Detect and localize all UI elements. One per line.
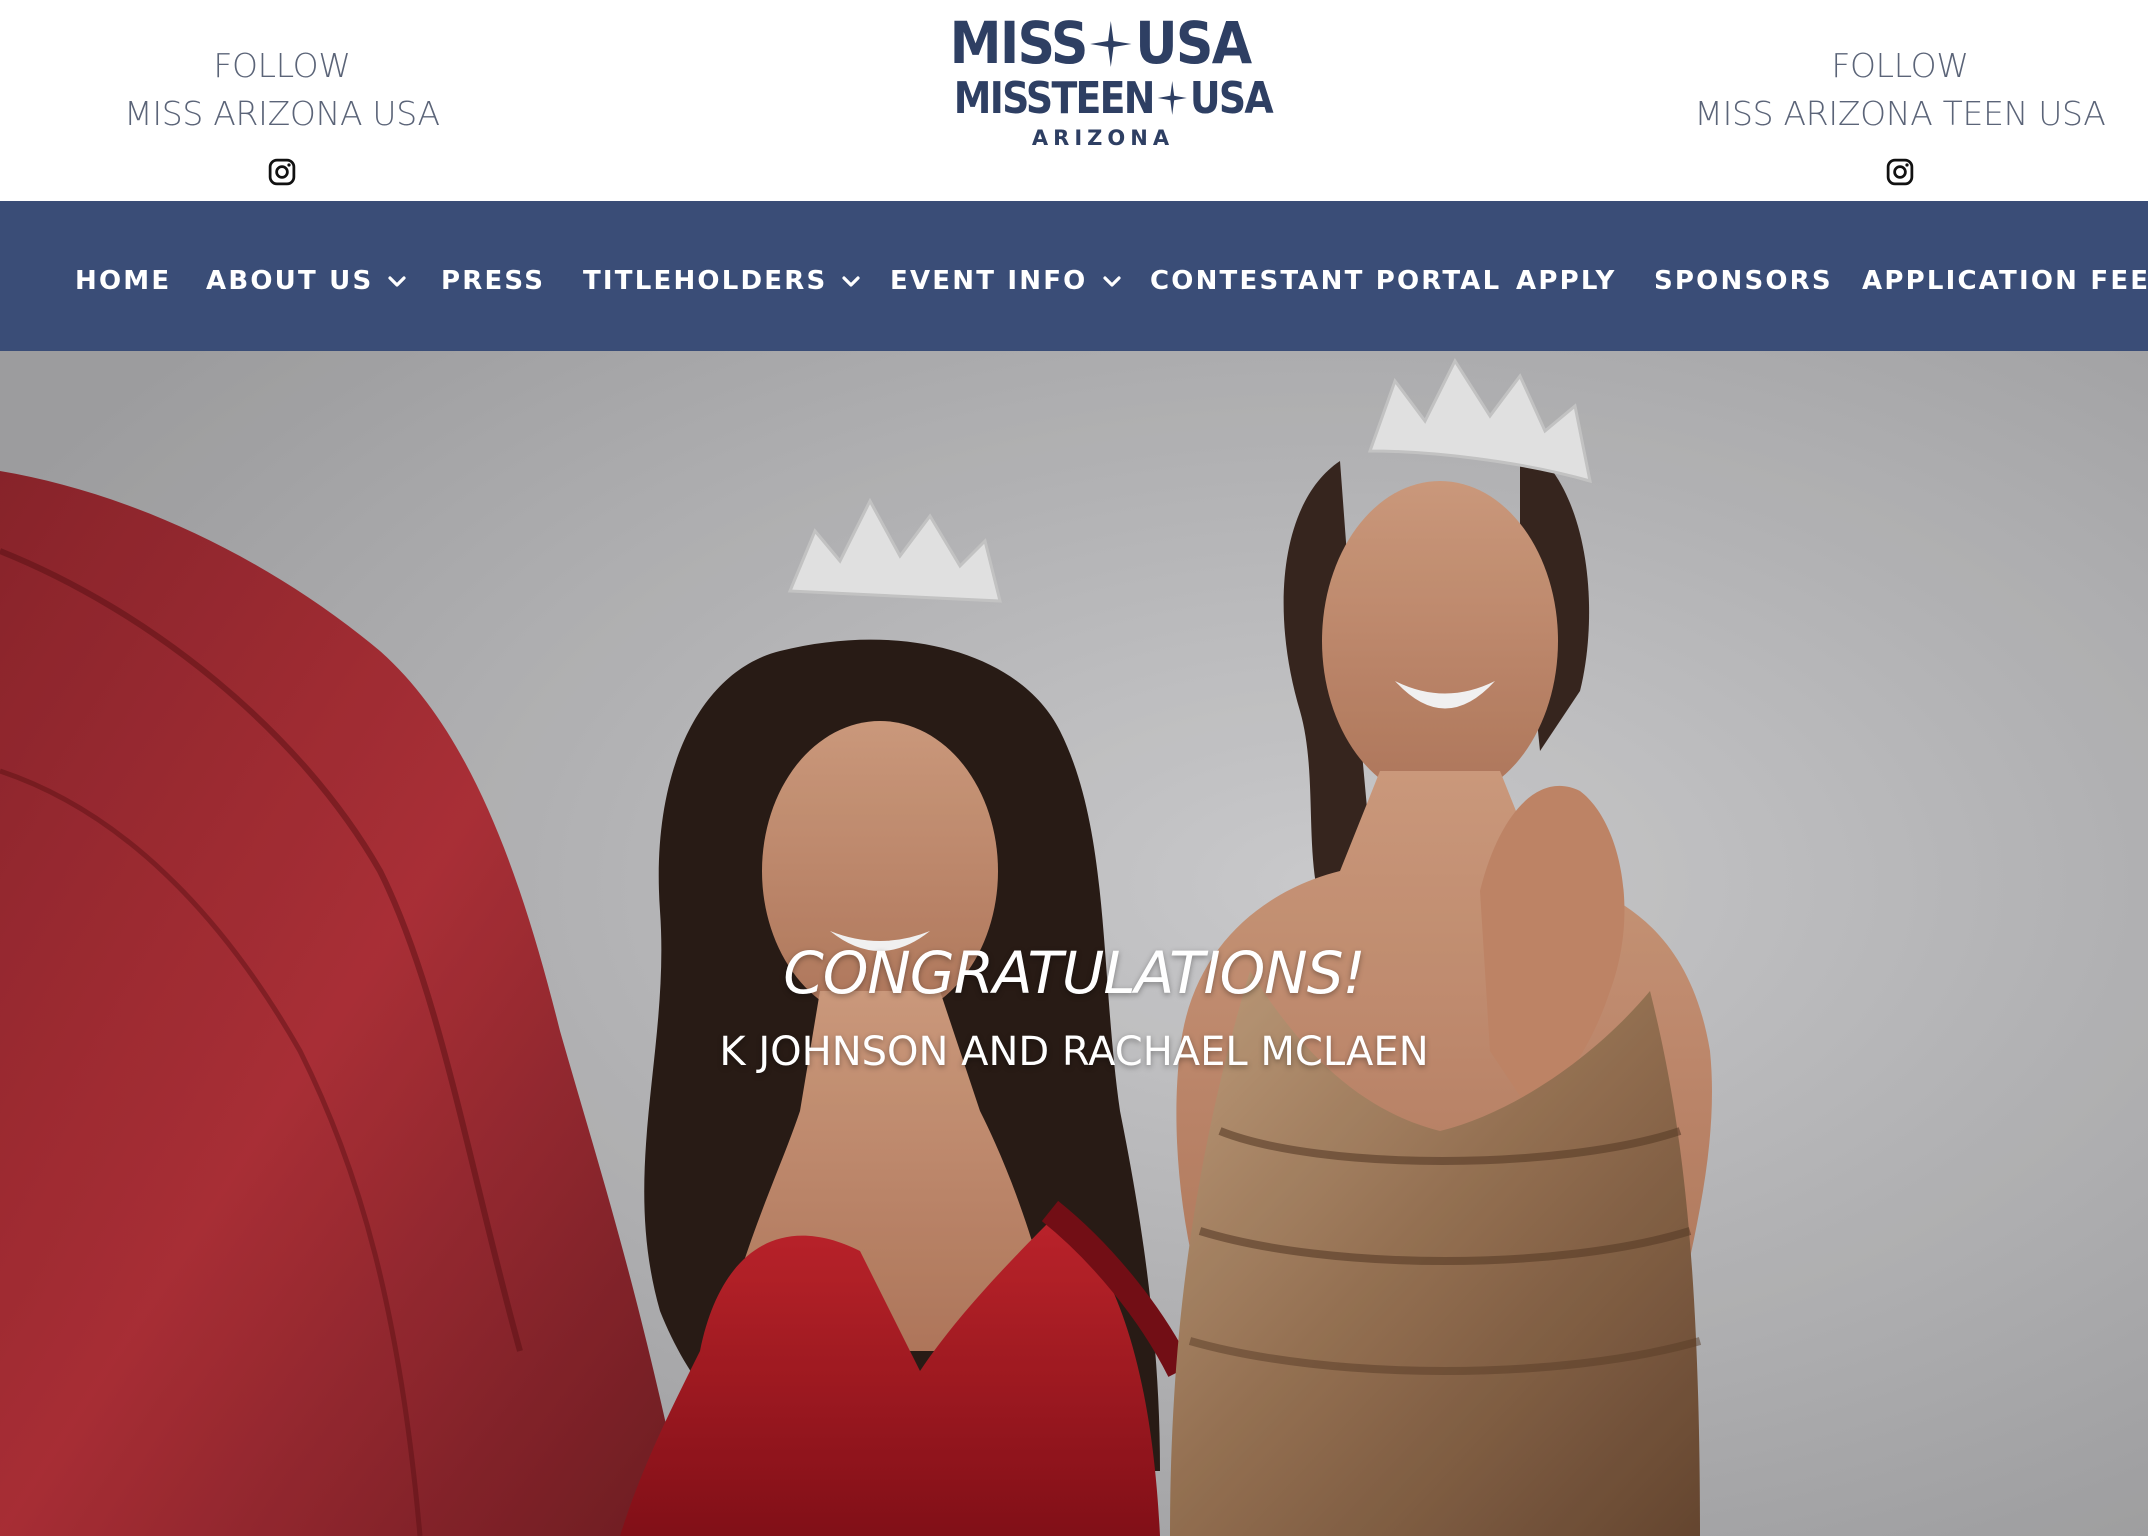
nav-label: HOME: [75, 266, 172, 296]
nav-sponsors[interactable]: SPONSORS: [1654, 201, 1833, 351]
chevron-down-icon: [842, 275, 861, 287]
follow-account-name: MISS ARIZONA USA: [124, 94, 440, 133]
instagram-icon[interactable]: [267, 152, 297, 186]
nav-label: PRESS: [441, 266, 546, 296]
follow-label: FOLLOW: [1831, 46, 1969, 85]
nav-label: ABOUT US: [206, 266, 374, 296]
nav-contestant-portal[interactable]: CONTESTANT PORTAL: [1150, 201, 1501, 351]
nav-application-fee[interactable]: APPLICATION FEE: [1862, 201, 2148, 351]
follow-miss-arizona-teen-usa: FOLLOW MISS ARIZONA TEEN USA: [1660, 42, 2140, 200]
nav-press[interactable]: PRESS: [441, 201, 545, 351]
logo-state-name: ARIZONA: [1031, 125, 1175, 150]
nav-about-us[interactable]: ABOUT US: [206, 201, 407, 351]
chevron-down-icon: [1102, 275, 1121, 287]
follow-label: FOLLOW: [213, 46, 351, 85]
nav-label: TITLEHOLDERS: [583, 266, 828, 296]
hero-subtitle: K JOHNSON AND RACHAEL MCLAEN: [719, 1029, 1429, 1075]
instagram-icon[interactable]: [1885, 152, 1915, 186]
nav-titleholders[interactable]: TITLEHOLDERS: [583, 201, 861, 351]
chevron-down-icon: [388, 275, 406, 287]
site-logo[interactable]: MISS USA MISSTEEN USA ARIZONA: [930, 9, 1274, 154]
nav-apply[interactable]: APPLY: [1516, 201, 1617, 351]
nav-home[interactable]: HOME: [75, 201, 171, 351]
hero-banner: CONGRATULATIONS! K JOHNSON AND RACHAEL M…: [0, 351, 2148, 1536]
logo-row-missteen-usa: MISSTEEN USA: [953, 72, 1274, 124]
logo-row-miss-usa: MISS USA: [949, 9, 1252, 77]
main-nav: HOME ABOUT US PRESS TITLEHOLDERS EVENT I…: [0, 201, 2148, 351]
site-header: FOLLOW MISS ARIZONA USA MISS USA MISSTEEN…: [0, 0, 2148, 201]
nav-label: APPLY: [1516, 266, 1617, 296]
star-icon: [1157, 78, 1187, 124]
follow-account-name: MISS ARIZONA TEEN USA: [1694, 94, 2106, 133]
nav-event-info[interactable]: EVENT INFO: [890, 201, 1122, 351]
nav-label: EVENT INFO: [890, 266, 1088, 296]
hero-title: CONGRATULATIONS!: [783, 939, 1366, 1007]
star-icon: [1090, 18, 1132, 76]
nav-label: SPONSORS: [1654, 266, 1833, 296]
nav-label: APPLICATION FEE: [1862, 266, 2148, 296]
follow-miss-arizona-usa: FOLLOW MISS ARIZONA USA: [42, 42, 522, 200]
nav-label: CONTESTANT PORTAL: [1150, 266, 1502, 296]
